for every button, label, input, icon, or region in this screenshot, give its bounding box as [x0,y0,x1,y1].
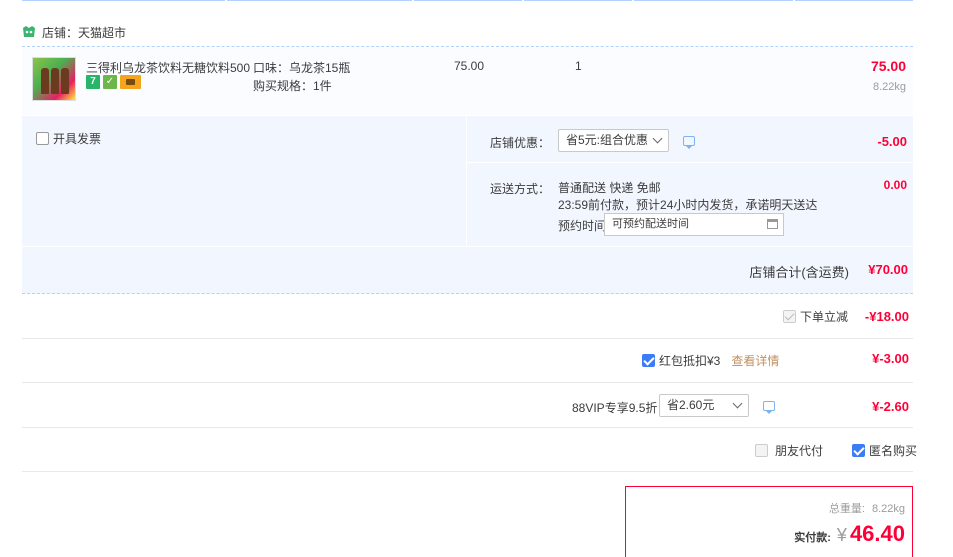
redpacket-details-link[interactable]: 查看详情 [731,352,779,369]
vip-label: 88VIP专享9.5折 [572,401,658,415]
friend-pay-label: 朋友代付 [775,444,824,458]
discount-select[interactable]: 省5元:组合优惠 [558,129,669,152]
quality-assurance-icon[interactable]: ✓ [103,75,117,89]
currency-symbol: ¥ [836,525,847,545]
instant-discount-checkbox [783,310,796,323]
item-weight: 8.22kg [872,81,906,93]
message-icon[interactable] [683,136,695,149]
order-item-row: 三得利乌龙茶饮料无糖饮料500... 7 ✓ 口味：乌龙茶15瓶 购买规格：1件… [22,47,913,115]
item-subtotal: 75.00 [870,58,906,74]
product-flavor: 口味：乌龙茶15瓶 [253,61,351,75]
shop-header: 店铺：天猫超市 [22,22,126,42]
divider [22,427,913,428]
message-icon[interactable] [763,401,775,414]
total-weight-label: 总重量: [828,503,865,515]
shipping-method: 普通配送 快递 免邮 [558,181,661,195]
anonymous-checkbox[interactable] [852,444,865,457]
seven-day-return-icon[interactable]: 7 [86,75,100,89]
shipping-label: 运送方式： [490,182,551,196]
instant-discount-label: 下单立减 [800,310,849,324]
anonymous-option[interactable]: 匿名购买 [852,442,917,459]
shop-total-amount: ¥70.00 [868,262,908,277]
actual-payment: 实付款: ¥ 46.40 [794,521,905,547]
total-weight: 总重量: 8.22kg [829,500,905,516]
friend-pay-option[interactable]: 朋友代付 [755,442,823,459]
product-title[interactable]: 三得利乌龙茶饮料无糖饮料500... [86,59,251,76]
shop-total-label: 店铺合计(含运费) [749,265,849,280]
redpacket-amount: ¥-3.00 [872,351,909,366]
divider [22,471,913,472]
unit-price: 75.00 [454,59,485,73]
redpacket-option[interactable]: 红包抵扣¥3 查看详情 [642,352,779,369]
invoice-option[interactable]: 开具发票 [36,130,101,147]
friend-pay-checkbox[interactable] [755,444,768,457]
invoice-label: 开具发票 [53,132,102,146]
grand-total: 46.40 [849,521,905,546]
divider [22,293,913,294]
reserve-time-placeholder: 可预约配送时间 [612,218,689,230]
discount-amount: -5.00 [877,134,907,149]
discount-label: 店铺优惠： [490,136,551,150]
top-border [22,0,913,1]
redpacket-label: 红包抵扣¥3 [659,354,721,368]
redpacket-checkbox[interactable] [642,354,655,367]
instant-discount-amount: -¥18.00 [864,309,909,324]
quantity: 1 [575,59,582,73]
divider [22,338,913,339]
shipping-note: 23:59前付款，预计24小时内发货，承诺明天送达 [558,198,818,212]
service-badges: 7 ✓ [86,75,141,89]
shop-icon [23,26,35,37]
invoice-checkbox[interactable] [36,132,49,145]
reserve-time-input[interactable]: 可预约配送时间 [604,213,784,236]
order-summary-box: 总重量: 8.22kg 实付款: ¥ 46.40 [625,486,913,557]
product-thumbnail[interactable] [32,57,76,101]
reserve-time-label: 预约时间 [558,219,607,233]
shop-options-panel: 开具发票 店铺优惠： 省5元:组合优惠 -5.00 运送方式： 普通配送 快递 … [22,116,913,294]
shipping-amount: 0.00 [883,178,907,192]
instant-discount-option: 下单立减 [783,308,848,325]
credit-card-icon[interactable] [120,75,141,89]
anonymous-label: 匿名购买 [869,444,918,458]
total-weight-value: 8.22kg [871,503,905,515]
calendar-icon[interactable] [767,219,778,229]
shop-name[interactable]: 店铺：天猫超市 [42,24,126,41]
divider [22,382,913,383]
pay-label: 实付款: [794,532,831,544]
vip-discount-select[interactable]: 省2.60元 [659,394,749,417]
product-spec: 购买规格：1件 [253,79,332,93]
vip-amount: ¥-2.60 [872,399,909,414]
